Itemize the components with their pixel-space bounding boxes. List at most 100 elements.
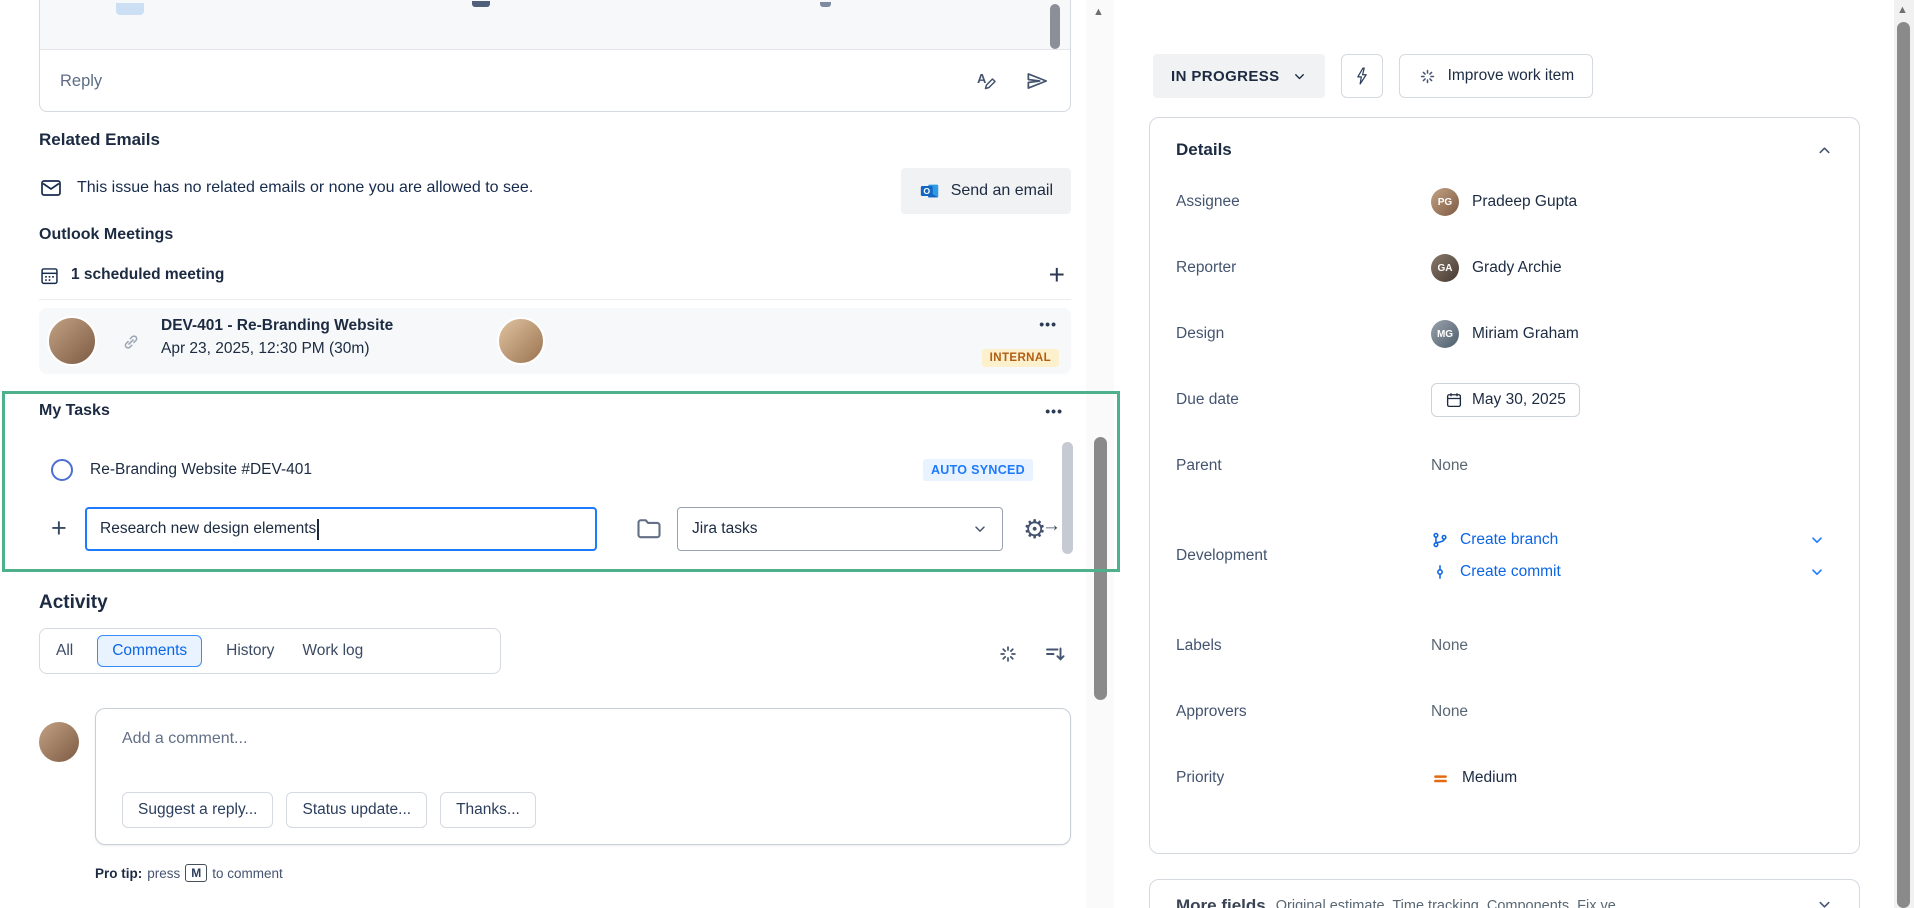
page-scrollbar-track[interactable]: ▲: [1894, 0, 1914, 908]
tab-history[interactable]: History: [222, 636, 278, 666]
new-task-value: Research new design elements: [100, 520, 316, 538]
outlook-meetings-title: Outlook Meetings: [39, 226, 1071, 244]
comment-placeholder: Add a comment...: [122, 730, 247, 748]
internal-badge: INTERNAL: [982, 349, 1059, 367]
add-task-button[interactable]: +: [51, 513, 67, 543]
page-scroll-up-arrow[interactable]: ▲: [1897, 4, 1908, 16]
create-commit-link[interactable]: Create commit: [1431, 563, 1561, 581]
field-approvers: Approvers None: [1176, 690, 1833, 734]
chevron-down-icon: [972, 521, 988, 537]
text-format-icon[interactable]: A: [974, 69, 998, 93]
meeting-more-menu[interactable]: •••: [1039, 316, 1057, 332]
task-checkbox[interactable]: [51, 459, 73, 481]
approvers-value[interactable]: None: [1431, 703, 1468, 721]
task-list-selected-value: Jira tasks: [692, 520, 757, 538]
status-label: IN PROGRESS: [1171, 68, 1280, 85]
email-preview-clipped: [40, 0, 1070, 50]
add-meeting-button[interactable]: +: [1043, 265, 1071, 285]
task-list-select[interactable]: Jira tasks: [677, 507, 1003, 551]
branch-icon: [1431, 531, 1449, 549]
activity-title: Activity: [39, 592, 1071, 614]
task-settings-gear-icon[interactable]: ⚙: [1023, 507, 1046, 551]
parent-value[interactable]: None: [1431, 457, 1468, 475]
sort-descending-icon[interactable]: [1043, 642, 1067, 666]
sparkle-icon: [1418, 67, 1437, 86]
priority-label: Priority: [1176, 769, 1431, 787]
meeting-organizer-avatar[interactable]: [47, 316, 97, 366]
pro-tip: Pro tip: press M to comment: [95, 864, 283, 882]
scroll-up-arrow[interactable]: ▲: [1093, 6, 1104, 18]
design-value[interactable]: MG Miriam Graham: [1431, 320, 1833, 348]
my-tasks-title: My Tasks: [39, 402, 110, 420]
page-scrollbar-thumb[interactable]: [1897, 22, 1910, 908]
quick-reply-suggest[interactable]: Suggest a reply...: [122, 792, 273, 828]
labels-value[interactable]: None: [1431, 637, 1468, 655]
pro-tip-press: press: [147, 866, 180, 881]
commit-icon: [1431, 563, 1449, 581]
reporter-value[interactable]: GA Grady Archie: [1431, 254, 1833, 282]
related-emails-title: Related Emails: [39, 130, 1071, 150]
auto-synced-badge: AUTO SYNCED: [923, 459, 1033, 481]
add-task-row: + Research new design elements → Jira ta…: [39, 507, 1071, 551]
related-emails-empty-message: This issue has no related emails or none…: [77, 179, 533, 197]
reply-input[interactable]: Reply A: [40, 50, 1070, 112]
approvers-label: Approvers: [1176, 703, 1431, 721]
task-row: Re-Branding Website #DEV-401 AUTO SYNCED: [39, 455, 1071, 485]
activity-section: Activity All Comments History Work log: [39, 592, 1071, 908]
related-emails-section: Related Emails This issue has no related…: [39, 130, 1071, 204]
meeting-row: DEV-401 - Re-Branding Website Apr 23, 20…: [39, 308, 1071, 374]
more-fields-panel[interactable]: More fields Original estimate, Time trac…: [1149, 879, 1860, 908]
field-parent: Parent None: [1176, 444, 1833, 488]
meeting-attendee-avatar[interactable]: [497, 317, 545, 365]
clipped-content-fragment: [472, 1, 490, 7]
reporter-label: Reporter: [1176, 259, 1431, 277]
due-date-chip[interactable]: May 30, 2025: [1431, 383, 1580, 417]
tab-worklog[interactable]: Work log: [298, 636, 367, 666]
meeting-title[interactable]: DEV-401 - Re-Branding Website: [161, 317, 393, 335]
tab-comments[interactable]: Comments: [97, 635, 202, 667]
field-due-date: Due date May 30, 2025: [1176, 378, 1833, 422]
comment-composer[interactable]: Add a comment... Suggest a reply... Stat…: [95, 708, 1071, 845]
improve-work-item-button[interactable]: Improve work item: [1399, 54, 1594, 98]
details-panel: Details Assignee PG Pradeep Gupta Report…: [1149, 117, 1860, 854]
tab-all[interactable]: All: [52, 636, 77, 666]
create-commit-chevron-down-icon[interactable]: [1809, 564, 1825, 580]
send-an-email-button[interactable]: O Send an email: [901, 168, 1071, 214]
quick-reply-thanks[interactable]: Thanks...: [440, 792, 536, 828]
automation-lightning-button[interactable]: [1341, 54, 1383, 98]
status-dropdown[interactable]: IN PROGRESS: [1153, 54, 1325, 98]
create-branch-link[interactable]: Create branch: [1431, 531, 1558, 549]
email-thread-card: Reply A: [39, 0, 1071, 112]
my-tasks-scrollbar[interactable]: [1062, 442, 1073, 554]
lightning-icon: [1352, 66, 1372, 86]
more-fields-chevron-down-icon[interactable]: [1816, 896, 1833, 908]
send-reply-icon[interactable]: [1024, 68, 1050, 94]
chevron-down-icon: [1292, 69, 1307, 84]
keyboard-shortcut-m: M: [185, 864, 207, 882]
text-caret: [317, 519, 319, 540]
meeting-datetime: Apr 23, 2025, 12:30 PM (30m): [161, 340, 393, 358]
new-task-input[interactable]: Research new design elements: [85, 507, 597, 551]
field-labels: Labels None: [1176, 624, 1833, 668]
scheduled-meeting-count: 1 scheduled meeting: [71, 266, 224, 284]
my-tasks-more-menu[interactable]: •••: [1045, 403, 1063, 419]
assignee-label: Assignee: [1176, 193, 1431, 211]
my-tasks-section: My Tasks ••• Re-Branding Website #DEV-40…: [39, 395, 1071, 567]
field-priority: Priority Medium: [1176, 756, 1833, 800]
content-scrollbar-thumb[interactable]: [1094, 437, 1107, 700]
create-branch-chevron-down-icon[interactable]: [1809, 532, 1825, 548]
clipped-content-fragment: [116, 3, 144, 15]
task-label[interactable]: Re-Branding Website #DEV-401: [90, 461, 312, 479]
content-scrollbar-track[interactable]: ▲: [1086, 0, 1114, 908]
collapse-details-chevron-up-icon[interactable]: [1816, 142, 1833, 159]
design-avatar: MG: [1431, 320, 1459, 348]
quick-reply-status[interactable]: Status update...: [286, 792, 427, 828]
design-name: Miriam Graham: [1472, 325, 1579, 343]
pro-tip-suffix: to comment: [212, 866, 283, 881]
email-preview-scrollbar[interactable]: [1050, 4, 1060, 49]
assignee-value[interactable]: PG Pradeep Gupta: [1431, 188, 1833, 216]
priority-value[interactable]: Medium: [1431, 769, 1833, 788]
field-reporter: Reporter GA Grady Archie: [1176, 246, 1833, 290]
ai-summarize-icon[interactable]: [997, 643, 1019, 665]
folder-icon[interactable]: [635, 515, 663, 543]
